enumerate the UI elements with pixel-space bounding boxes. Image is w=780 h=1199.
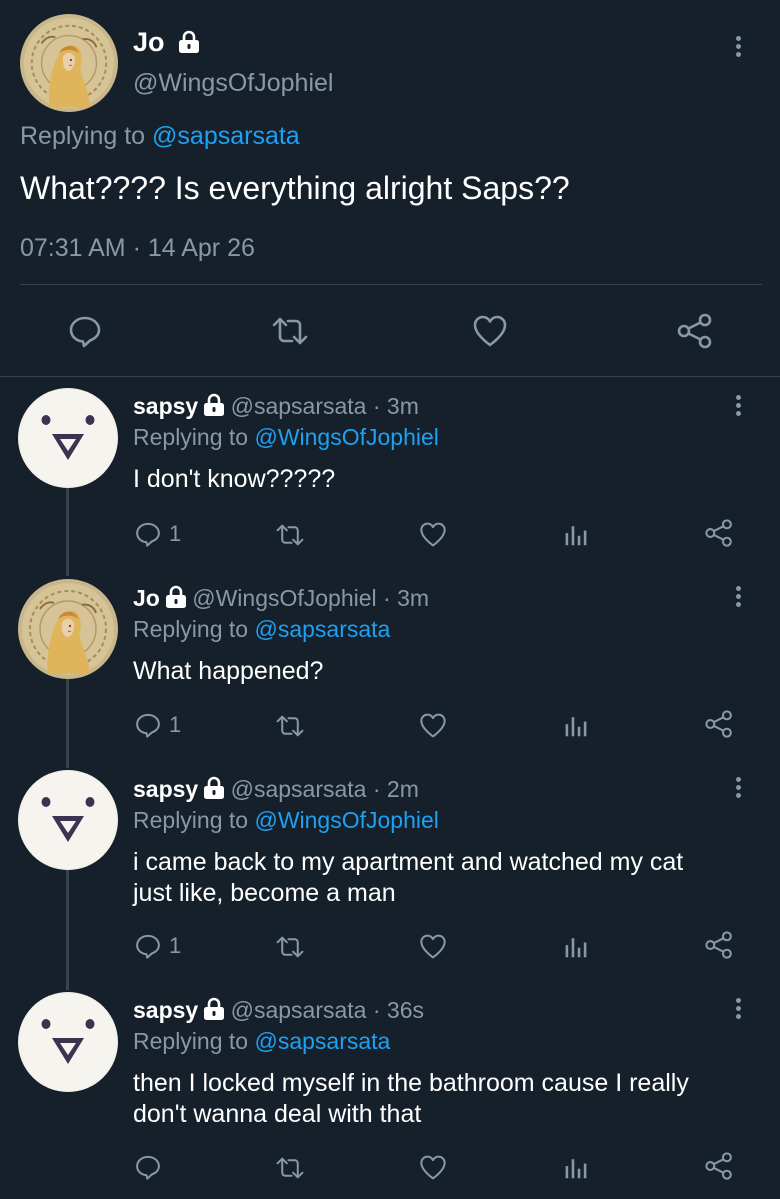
retweet-icon[interactable]: [270, 313, 310, 354]
more-menu-icon[interactable]: [735, 998, 743, 1022]
avatar[interactable]: [20, 14, 118, 112]
reply-count: 1: [169, 712, 182, 737]
reply-text: then I locked myself in the bathroom cau…: [133, 1068, 689, 1130]
reply-text: What happened?: [133, 656, 323, 687]
reply-icon[interactable]: [67, 313, 103, 354]
thread-line: [66, 870, 69, 990]
author-handle[interactable]: @WingsOfJophiel: [192, 585, 376, 611]
reply-time: · 36s: [372, 997, 424, 1023]
author-name[interactable]: sapsy: [133, 393, 198, 419]
share-icon[interactable]: [676, 312, 714, 355]
avatar[interactable]: [18, 992, 118, 1092]
retweet-icon[interactable]: [274, 521, 306, 554]
like-icon[interactable]: [472, 314, 508, 353]
tweet-text: What???? Is everything alright Saps??: [20, 170, 570, 206]
reply-header: Jo @WingsOfJophiel · 3m: [133, 585, 429, 612]
more-menu-icon[interactable]: [735, 395, 743, 419]
author-row: Jo: [133, 26, 198, 58]
lock-icon: [172, 32, 198, 56]
reply-text-line: just like, become a man: [133, 879, 396, 907]
share-icon[interactable]: [704, 1151, 734, 1186]
author-name[interactable]: sapsy: [133, 776, 198, 802]
tweet-timestamp: 07:31 AM · 14 Apr 26: [20, 234, 255, 262]
replying-to: Replying to @WingsOfJophiel: [133, 424, 439, 451]
avatar[interactable]: [18, 388, 118, 488]
replying-label: Replying to: [133, 1028, 249, 1054]
more-menu-icon[interactable]: [735, 586, 743, 610]
reply-text-line: then I locked myself in the bathroom cau…: [133, 1069, 689, 1097]
author-handle[interactable]: @sapsarsata: [231, 776, 367, 802]
retweet-icon[interactable]: [274, 933, 306, 966]
more-menu-icon[interactable]: [735, 36, 743, 60]
replying-handle-link[interactable]: @sapsarsata: [254, 1028, 390, 1054]
replying-handle-link[interactable]: @WingsOfJophiel: [254, 424, 438, 450]
analytics-icon[interactable]: [563, 1154, 589, 1185]
reply-time: · 2m: [372, 776, 419, 802]
like-icon[interactable]: [419, 1154, 447, 1186]
reply-icon[interactable]: [134, 1153, 162, 1186]
analytics-icon[interactable]: [563, 521, 589, 552]
reply-icon[interactable]: [134, 932, 162, 965]
reply-text: I don't know?????: [133, 464, 335, 495]
share-icon[interactable]: [704, 709, 734, 744]
avatar[interactable]: [18, 579, 118, 679]
reply-icon[interactable]: [134, 711, 162, 744]
reply-text-line: i came back to my apartment and watched …: [133, 848, 684, 876]
reply-text-line: I don't know?????: [133, 465, 336, 493]
replying-label: Replying to: [20, 122, 146, 150]
reply-header: sapsy @sapsarsata · 2m: [133, 776, 419, 803]
like-icon[interactable]: [419, 521, 447, 553]
replying-to: Replying to @sapsarsata: [133, 616, 390, 643]
author-name[interactable]: Jo: [133, 585, 160, 611]
thread-line: [66, 488, 69, 576]
replying-label: Replying to: [133, 616, 249, 642]
replying-to: Replying to @sapsarsata: [133, 1028, 390, 1055]
more-menu-icon[interactable]: [735, 777, 743, 801]
replying-to: Replying to @sapsarsata: [20, 122, 300, 151]
reply-time: · 3m: [372, 393, 419, 419]
replying-handle-link[interactable]: @sapsarsata: [254, 616, 390, 642]
replying-handle-link[interactable]: @WingsOfJophiel: [254, 807, 438, 833]
retweet-icon[interactable]: [274, 1154, 306, 1187]
reply-text-line: What happened?: [133, 657, 324, 685]
share-icon[interactable]: [704, 930, 734, 965]
lock-icon: [198, 1000, 224, 1024]
author-handle[interactable]: @sapsarsata: [231, 997, 367, 1023]
retweet-icon[interactable]: [274, 712, 306, 745]
author-name[interactable]: Jo: [133, 27, 165, 57]
author-name[interactable]: sapsy: [133, 997, 198, 1023]
reply-header: sapsy @sapsarsata · 3m: [133, 393, 419, 420]
replying-label: Replying to: [133, 424, 249, 450]
like-icon[interactable]: [419, 933, 447, 965]
reply-header: sapsy @sapsarsata · 36s: [133, 997, 424, 1024]
author-handle[interactable]: @WingsOfJophiel: [133, 69, 333, 98]
reply-icon[interactable]: [134, 520, 162, 553]
lock-icon: [160, 588, 186, 612]
avatar[interactable]: [18, 770, 118, 870]
reply-text-line: don't wanna deal with that: [133, 1100, 422, 1128]
reply-count: 1: [169, 933, 182, 958]
analytics-icon[interactable]: [563, 712, 589, 743]
replying-to: Replying to @WingsOfJophiel: [133, 807, 439, 834]
divider: [20, 284, 762, 285]
replying-label: Replying to: [133, 807, 249, 833]
lock-icon: [198, 779, 224, 803]
lock-icon: [198, 396, 224, 420]
replying-handle-link[interactable]: @sapsarsata: [152, 122, 300, 150]
author-handle[interactable]: @sapsarsata: [231, 393, 367, 419]
share-icon[interactable]: [704, 518, 734, 553]
like-icon[interactable]: [419, 712, 447, 744]
reply-text: i came back to my apartment and watched …: [133, 847, 683, 909]
divider: [0, 376, 780, 377]
reply-time: · 3m: [383, 585, 430, 611]
reply-count: 1: [169, 521, 182, 546]
analytics-icon[interactable]: [563, 933, 589, 964]
thread-line: [66, 679, 69, 768]
